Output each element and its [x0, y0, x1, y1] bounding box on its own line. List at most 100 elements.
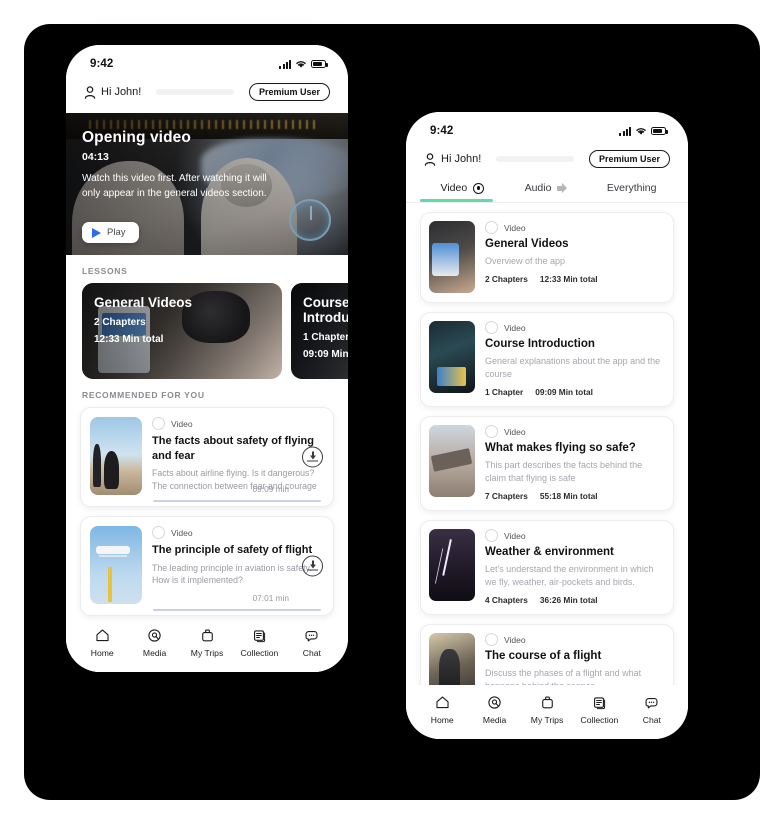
tab-audio[interactable]: Audio	[505, 182, 590, 202]
item-title: The course of a flight	[485, 650, 602, 663]
video-list[interactable]: Video General Videos Overview of the app…	[406, 203, 688, 685]
nav-label: Chat	[302, 647, 321, 658]
lesson-title: General Videos	[94, 295, 193, 310]
item-progress-bar	[153, 609, 321, 611]
item-body: Video The course of a flight Discuss the…	[485, 633, 663, 685]
home-icon	[94, 627, 111, 644]
nav-item-chat[interactable]: Chat	[626, 694, 678, 725]
briefcase-icon	[199, 627, 216, 644]
wifi-icon	[636, 128, 646, 135]
lesson-card[interactable]: General Videos 2 Chapters 12:33 Min tota…	[82, 283, 282, 379]
item-thumbnail	[90, 526, 142, 604]
briefcase-icon	[539, 694, 556, 711]
nav-label: My Trips	[530, 714, 564, 725]
video-type-icon	[485, 425, 498, 439]
lesson-card[interactable]: Course Introduction 1 Chapter 09:09 Min …	[291, 283, 348, 379]
nav-label: Media	[482, 714, 507, 725]
home-icon	[434, 694, 451, 711]
item-description: Let's understand the environment in whic…	[485, 564, 654, 588]
item-title: General Videos	[485, 238, 569, 250]
lesson-card-body: Course Introduction 1 Chapter 09:09 Min …	[291, 283, 348, 379]
lessons-section-label: LESSONS	[82, 266, 128, 276]
tab-active-underline	[420, 199, 493, 202]
collection-icon	[591, 694, 608, 711]
chat-icon	[643, 694, 660, 711]
premium-user-badge[interactable]: Premium User	[588, 150, 670, 168]
greeting-text: Hi John!	[101, 86, 142, 98]
lesson-duration: 09:09 Min total	[303, 349, 348, 360]
lesson-chapters: 1 Chapter	[303, 332, 348, 343]
item-title: Course Introduction	[485, 338, 595, 350]
nav-item-my-trips[interactable]: My Trips	[181, 627, 233, 658]
header-placeholder-bar	[156, 89, 234, 95]
item-progress-bar	[153, 500, 321, 502]
premium-user-badge[interactable]: Premium User	[248, 83, 330, 101]
item-tag-row: Video	[152, 417, 324, 430]
speaker-icon	[557, 183, 569, 193]
tab-everything[interactable]: Everything	[589, 182, 674, 202]
lesson-chapters: 2 Chapters	[94, 317, 146, 328]
video-type-icon	[152, 526, 165, 539]
item-body: Video The facts about safety of flying a…	[152, 417, 324, 495]
video-type-icon	[485, 321, 498, 334]
nav-item-collection[interactable]: Collection	[573, 694, 625, 725]
list-item[interactable]: Video What makes flying so safe? This pa…	[420, 416, 674, 512]
item-tag-row: Video	[485, 529, 663, 543]
item-tag-row: Video	[152, 526, 324, 539]
list-item[interactable]: Video The facts about safety of flying a…	[80, 407, 334, 507]
item-chapters: 4 Chapters	[485, 595, 528, 606]
item-description: Facts about airline flying. Is it danger…	[152, 468, 317, 491]
nav-label: Collection	[580, 714, 619, 725]
video-type-icon	[485, 633, 498, 647]
item-tag-row: Video	[485, 321, 663, 334]
lesson-title: Course Introduction	[303, 295, 348, 325]
item-meta: 2 Chapters 12:33 Min total	[485, 274, 663, 284]
item-body: Video What makes flying so safe? This pa…	[485, 425, 663, 501]
item-duration: 12:33 Min total	[539, 274, 598, 285]
item-tag: Video	[504, 426, 526, 437]
screenshot-canvas: 9:42 Hi John! Premium User Opening video…	[0, 0, 768, 832]
nav-item-my-trips[interactable]: My Trips	[521, 694, 573, 725]
item-tag: Video	[171, 418, 193, 429]
item-thumbnail	[429, 221, 475, 293]
person-icon	[424, 152, 436, 166]
item-duration: 09:09 min	[252, 484, 289, 494]
collection-icon	[251, 627, 268, 644]
nav-item-media[interactable]: Media	[128, 627, 180, 658]
item-meta: 7 Chapters 55:18 Min total	[485, 491, 663, 501]
download-button[interactable]	[302, 446, 323, 468]
nav-item-home[interactable]: Home	[416, 694, 468, 725]
tab-label: Everything	[606, 182, 657, 194]
nav-item-media[interactable]: Media	[468, 694, 520, 725]
battery-icon	[311, 59, 328, 69]
download-button[interactable]	[302, 555, 323, 577]
item-title: The facts about safety of flying and fea…	[152, 435, 314, 462]
list-item[interactable]: Video General Videos Overview of the app…	[420, 212, 674, 303]
wifi-icon	[296, 61, 306, 68]
tab-label: Video	[440, 182, 468, 194]
item-body: Video The principle of safety of flight …	[152, 526, 324, 604]
nav-item-chat[interactable]: Chat	[286, 627, 338, 658]
nav-item-collection[interactable]: Collection	[233, 627, 285, 658]
play-button[interactable]: Play	[82, 222, 140, 243]
lesson-card-body: General Videos 2 Chapters 12:33 Min tota…	[82, 283, 282, 379]
item-body: Video Course Introduction General explan…	[485, 321, 663, 397]
nav-label: Home	[430, 714, 454, 725]
recommended-section-label: RECOMMENDED FOR YOU	[82, 390, 205, 400]
status-indicators	[619, 126, 668, 136]
item-title: What makes flying so safe?	[485, 442, 636, 455]
item-description: This part describes the facts behind the…	[485, 460, 643, 484]
video-type-icon	[485, 221, 498, 234]
download-base-decor	[307, 460, 318, 462]
item-meta: 4 Chapters 36:26 Min total	[485, 595, 663, 605]
list-item[interactable]: Video The principle of safety of flight …	[80, 516, 334, 616]
opening-video-hero[interactable]: Opening video 04:13 Watch this video fir…	[66, 113, 348, 255]
battery-icon	[651, 126, 668, 136]
tab-video[interactable]: Video	[420, 182, 505, 202]
bottom-navigation: Home Media My Trips Collection Chat	[406, 685, 688, 739]
list-item[interactable]: Video The course of a flight Discuss the…	[420, 624, 674, 685]
list-item[interactable]: Video Course Introduction General explan…	[420, 312, 674, 408]
nav-item-home[interactable]: Home	[76, 627, 128, 658]
list-item[interactable]: Video Weather & environment Let's unders…	[420, 520, 674, 616]
lessons-carousel[interactable]: General Videos 2 Chapters 12:33 Min tota…	[66, 283, 348, 379]
